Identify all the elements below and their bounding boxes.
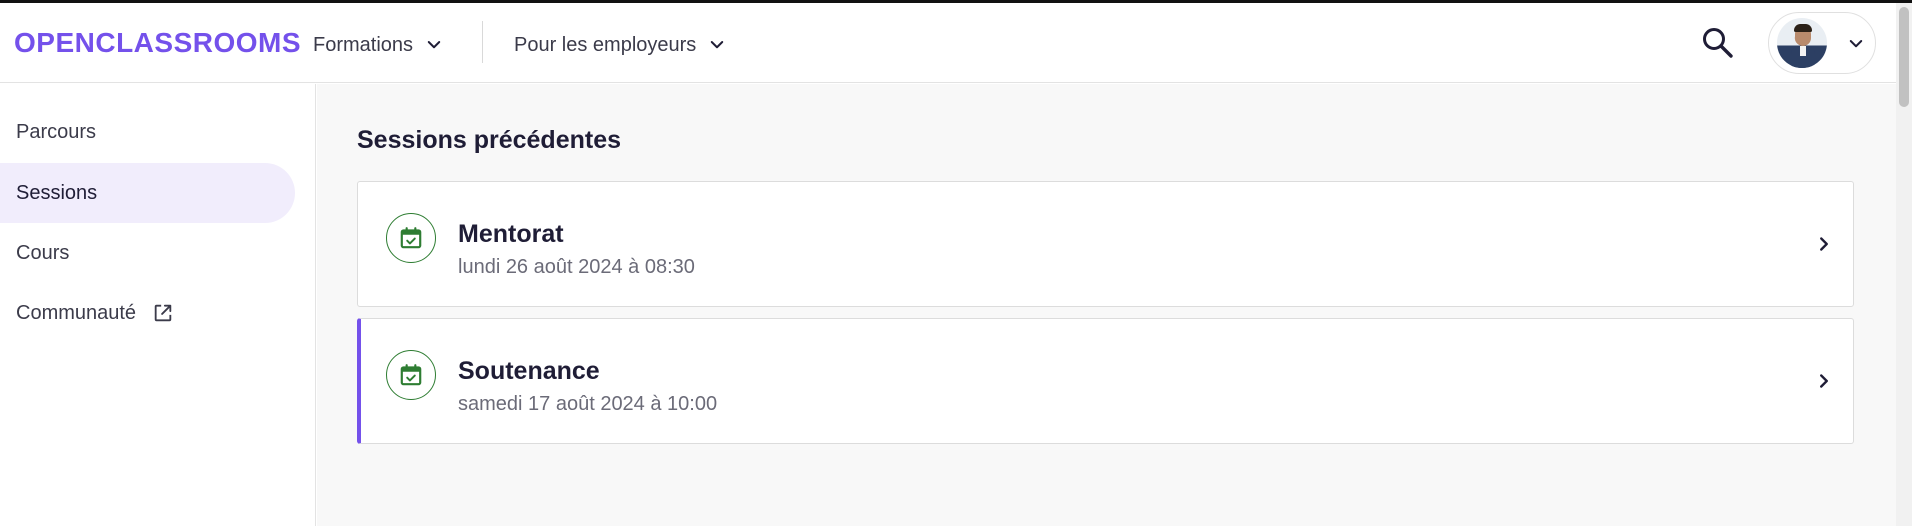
top-header: OPENCLASSROOMS Formations Pour les emplo… [0,3,1896,83]
calendar-check-icon [386,350,436,400]
sidebar: Parcours Sessions Cours Communauté [0,84,316,526]
scrollbar-thumb[interactable] [1899,7,1909,107]
nav-divider [482,21,483,63]
chevron-right-icon [1820,374,1828,388]
sidebar-item-communaute[interactable]: Communauté [0,283,295,343]
sidebar-item-cours[interactable]: Cours [0,223,295,283]
session-card-soutenance[interactable]: Soutenance samedi 17 août 2024 à 10:00 [357,318,1854,444]
chevron-down-icon [1849,40,1863,48]
chevron-right-icon [1820,237,1828,251]
chevron-down-icon [711,41,724,49]
page-title: Sessions précédentes [357,126,622,154]
sidebar-item-label: Sessions [16,181,98,204]
sidebar-item-parcours[interactable]: Parcours [0,102,295,162]
session-title: Mentorat [458,220,564,248]
sidebar-item-label: Communauté [16,301,137,324]
avatar [1777,18,1827,68]
openclassrooms-logo[interactable]: OPENCLASSROOMS [14,28,301,58]
main-content: Sessions précédentes Mentorat lundi 26 a… [317,84,1896,526]
nav-employeurs-label: Pour les employeurs [514,33,697,56]
chevron-down-icon [427,41,441,49]
user-menu-button[interactable] [1768,12,1876,74]
sidebar-item-label: Parcours [16,120,97,143]
session-date: samedi 17 août 2024 à 10:00 [458,393,718,415]
sidebar-item-sessions[interactable]: Sessions [0,163,295,223]
nav-formations-label: Formations [313,33,414,56]
nav-formations[interactable]: Formations [313,29,443,61]
session-date: lundi 26 août 2024 à 08:30 [458,256,695,278]
search-icon [1703,28,1733,58]
session-title: Soutenance [458,357,600,385]
sidebar-item-label: Cours [16,241,70,264]
calendar-check-icon [386,213,436,263]
scrollbar[interactable] [1896,3,1912,526]
search-button[interactable] [1700,25,1736,61]
external-link-icon [154,304,172,322]
session-card-mentorat[interactable]: Mentorat lundi 26 août 2024 à 08:30 [357,181,1854,307]
nav-pour-les-employeurs[interactable]: Pour les employeurs [514,29,726,61]
